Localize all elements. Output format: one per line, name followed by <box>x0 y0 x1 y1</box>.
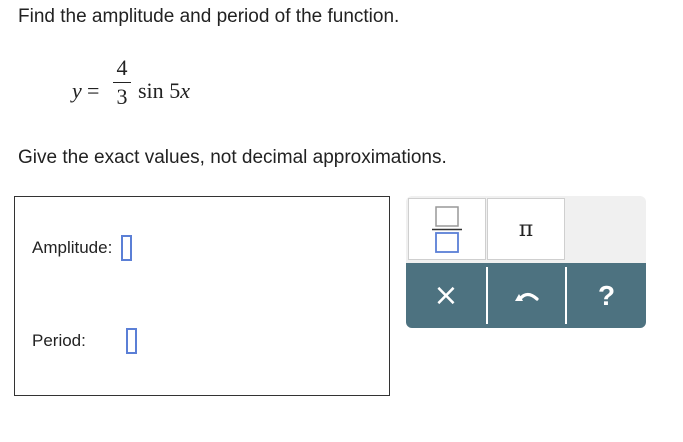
equation-equals: = <box>87 78 100 103</box>
help-button[interactable]: ? <box>567 263 646 328</box>
angle-coefficient: 5 <box>169 78 181 103</box>
fraction-numerator: 4 <box>116 55 128 80</box>
answer-form: Amplitude: Period: <box>14 196 390 396</box>
period-label: Period: <box>32 331 86 350</box>
pi-button[interactable]: π <box>487 198 565 260</box>
fraction-denominator: 3 <box>116 84 128 109</box>
fraction-button[interactable] <box>408 198 486 260</box>
question-prompt: Find the amplitude and period of the fun… <box>18 6 400 27</box>
fraction-bar <box>113 82 131 83</box>
amplitude-label: Amplitude: <box>32 238 113 257</box>
toolbar-actions: × ? <box>406 263 646 328</box>
clear-icon: × <box>433 278 459 313</box>
equation-trig-term: sin 5x <box>138 78 190 104</box>
pi-symbol: π <box>518 216 534 242</box>
help-icon: ? <box>597 279 616 311</box>
amplitude-input[interactable] <box>121 235 133 261</box>
undo-button[interactable] <box>488 263 565 328</box>
instruction-text: Give the exact values, not decimal appro… <box>18 147 447 168</box>
undo-icon <box>514 292 539 301</box>
amplitude-row: Amplitude: <box>32 235 133 261</box>
trig-function-name: sin <box>138 78 164 103</box>
period-input[interactable] <box>125 328 137 354</box>
math-toolbar: π × ? <box>406 196 646 328</box>
equation-lhs: y <box>72 78 82 103</box>
equation-variable: x <box>180 78 190 103</box>
clear-button[interactable]: × <box>406 263 486 328</box>
period-row: Period: <box>32 328 137 354</box>
coefficient-fraction: 4 3 <box>112 56 132 109</box>
fraction-icon <box>432 206 462 253</box>
